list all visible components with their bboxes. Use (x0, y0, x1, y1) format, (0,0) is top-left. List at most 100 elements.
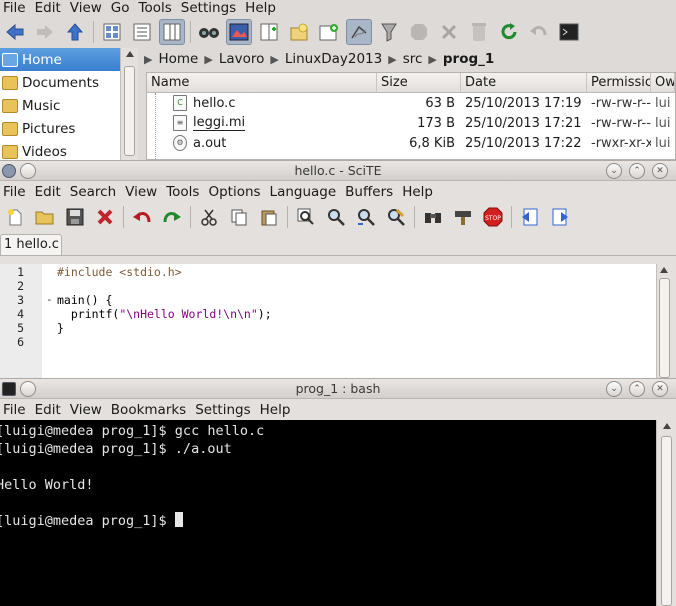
scroll-thumb[interactable] (659, 278, 670, 378)
scite-menu-file[interactable]: File (0, 184, 32, 200)
columns-view-icon[interactable] (159, 19, 185, 45)
scroll-up-icon[interactable] (660, 267, 668, 273)
breadcrumb-current[interactable]: prog_1 (439, 51, 498, 67)
fm-menu-help[interactable]: Help (242, 0, 282, 16)
fm-menu-edit[interactable]: Edit (32, 0, 67, 16)
scite-menu-tools[interactable]: Tools (163, 184, 205, 200)
terminal-icon[interactable] (556, 19, 582, 45)
konsole-menu-settings[interactable]: Settings (192, 402, 256, 418)
back-arrow-icon[interactable] (2, 19, 28, 45)
icons-view-icon[interactable] (99, 19, 125, 45)
breadcrumb-linuxday[interactable]: LinuxDay2013 (281, 51, 386, 67)
scroll-up-icon[interactable] (126, 51, 134, 57)
fm-menu-file[interactable]: File (0, 0, 32, 16)
scite-menubar: File Edit Search View Tools Options Lang… (0, 182, 439, 202)
find-icon[interactable] (196, 19, 222, 45)
shape-icon[interactable] (436, 19, 462, 45)
minimize-icon[interactable]: ⌄ (606, 381, 622, 397)
fold-marker-icon[interactable]: - (46, 293, 53, 306)
scroll-thumb[interactable] (124, 66, 135, 156)
breadcrumb-src[interactable]: src (399, 51, 427, 67)
maximize-icon[interactable]: ⌃ (629, 163, 645, 179)
redo-icon[interactable] (159, 204, 185, 230)
fm-menu-settings[interactable]: Settings (178, 0, 242, 16)
column-name[interactable]: Name (147, 73, 377, 93)
konsole-menu-view[interactable]: View (67, 402, 108, 418)
scite-menu-help[interactable]: Help (399, 184, 439, 200)
place-documents[interactable]: Documents (0, 71, 120, 94)
place-home[interactable]: Home (0, 48, 120, 71)
column-date[interactable]: Date (461, 73, 587, 93)
preview-icon[interactable] (226, 19, 252, 45)
details-view-icon[interactable] (129, 19, 155, 45)
undo-icon[interactable] (526, 19, 552, 45)
konsole-menu-help[interactable]: Help (257, 402, 297, 418)
code-editor[interactable]: 1 2 3 4 5 6 - #include <stdio.h> main() … (0, 264, 656, 378)
tab-hello-c[interactable]: 1 hello.c (0, 234, 62, 256)
scite-menu-view[interactable]: View (122, 184, 163, 200)
column-size[interactable]: Size (377, 73, 461, 93)
new-file-icon[interactable] (286, 19, 312, 45)
konsole-menu-bookmarks[interactable]: Bookmarks (108, 402, 192, 418)
replace-icon[interactable] (383, 204, 409, 230)
scite-menu-edit[interactable]: Edit (32, 184, 67, 200)
paste-icon[interactable] (256, 204, 282, 230)
maximize-icon[interactable]: ⌃ (629, 381, 645, 397)
fm-menu-go[interactable]: Go (108, 0, 136, 16)
next-bookmark-icon[interactable] (547, 204, 573, 230)
breadcrumb-home[interactable]: Home (154, 51, 202, 67)
build-icon[interactable] (450, 204, 476, 230)
undo-icon[interactable] (129, 204, 155, 230)
terminal-scrollbar[interactable] (656, 420, 676, 606)
places-scrollbar[interactable] (120, 48, 138, 160)
filter-icon[interactable] (406, 19, 432, 45)
close-file-icon[interactable] (92, 204, 118, 230)
delete-icon[interactable] (466, 19, 492, 45)
copy-icon[interactable] (226, 204, 252, 230)
column-owner[interactable]: Ow (651, 73, 675, 93)
find-icon[interactable] (323, 204, 349, 230)
new-tab-icon[interactable] (346, 19, 372, 45)
fm-menu-view[interactable]: View (67, 0, 108, 16)
new-folder-icon[interactable] (316, 19, 342, 45)
fm-menu-tools[interactable]: Tools (136, 0, 178, 16)
up-arrow-icon[interactable] (62, 19, 88, 45)
terminal[interactable]: [luigi@medea prog_1]$ gcc hello.c [luigi… (0, 420, 656, 606)
place-music[interactable]: Music (0, 94, 120, 117)
konsole-titlebar[interactable]: prog_1 : bash ⌄ ⌃ ✕ (0, 378, 676, 399)
column-permissions[interactable]: Permissic (587, 73, 651, 93)
close-icon[interactable]: ✕ (652, 381, 668, 397)
stop-icon[interactable]: STOP (480, 204, 506, 230)
scroll-up-icon[interactable] (663, 423, 671, 429)
zoom-icon[interactable] (293, 204, 319, 230)
open-icon[interactable] (32, 204, 58, 230)
konsole-menu-file[interactable]: File (0, 402, 32, 418)
breadcrumb-lavoro[interactable]: Lavoro (215, 51, 269, 67)
cut-icon[interactable] (196, 204, 222, 230)
scite-menu-options[interactable]: Options (205, 184, 266, 200)
prev-bookmark-icon[interactable] (517, 204, 543, 230)
editor-scrollbar[interactable] (656, 264, 672, 378)
place-pictures[interactable]: Pictures (0, 117, 120, 140)
table-row[interactable]: ≡ leggi.mi 173 B 25/10/2013 17:21 -rw-rw-… (147, 113, 675, 133)
breadcrumb-separator-icon: ▶ (388, 52, 397, 66)
draw-icon[interactable] (376, 19, 402, 45)
place-videos[interactable]: Videos (0, 140, 120, 160)
reload-icon[interactable] (496, 19, 522, 45)
close-icon[interactable]: ✕ (652, 163, 668, 179)
scite-menu-buffers[interactable]: Buffers (342, 184, 399, 200)
scite-menu-language[interactable]: Language (267, 184, 343, 200)
save-icon[interactable] (62, 204, 88, 230)
binoculars-icon[interactable] (420, 204, 446, 230)
scroll-thumb[interactable] (661, 436, 672, 606)
scite-menu-search[interactable]: Search (67, 184, 122, 200)
konsole-menu-edit[interactable]: Edit (32, 402, 67, 418)
minimize-icon[interactable]: ⌄ (606, 163, 622, 179)
find-next-icon[interactable] (353, 204, 379, 230)
scite-titlebar[interactable]: hello.c - SciTE ⌄ ⌃ ✕ (0, 160, 676, 181)
new-icon[interactable] (2, 204, 28, 230)
forward-arrow-icon[interactable] (32, 19, 58, 45)
table-row[interactable]: Chello.c 63 B 25/10/2013 17:19 -rw-rw-r-… (147, 93, 675, 113)
split-icon[interactable] (256, 19, 282, 45)
table-row[interactable]: ⚙ a.out 6,8 KiB 25/10/2013 17:22 -rwxr-xr… (147, 133, 675, 153)
